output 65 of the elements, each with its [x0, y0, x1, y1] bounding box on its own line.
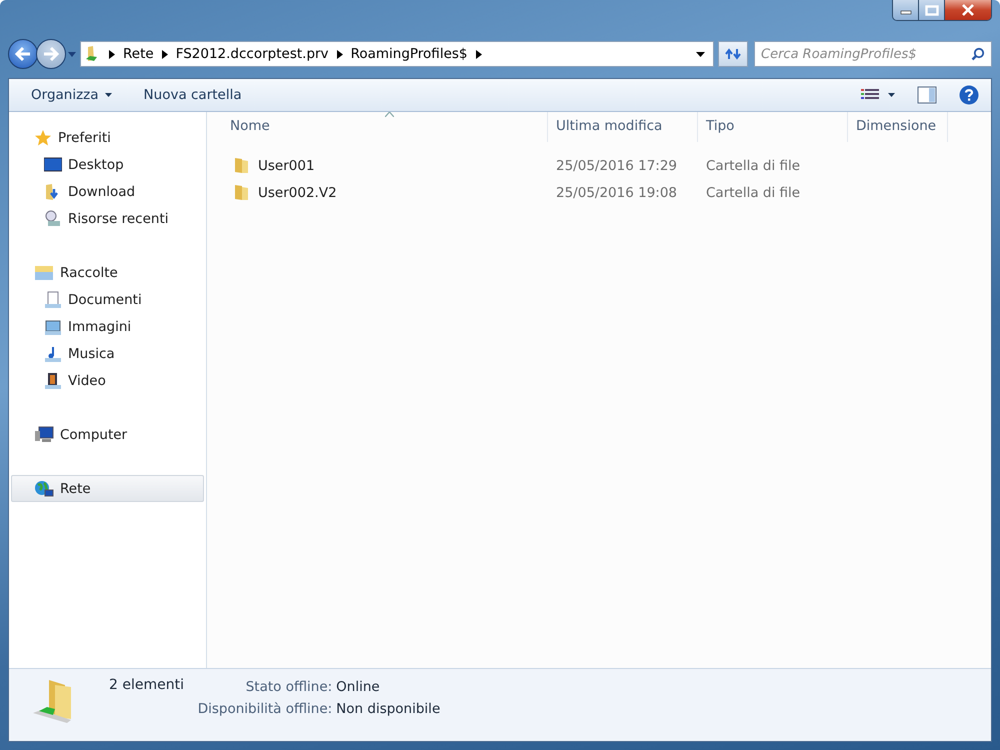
help-icon[interactable]: [959, 85, 979, 105]
column-header[interactable]: Tipo: [698, 112, 848, 142]
detail-value: Non disponibile: [336, 701, 442, 717]
minimize-button[interactable]: [893, 0, 919, 20]
search-icon: [971, 47, 985, 61]
close-icon: [961, 4, 975, 16]
file-type: Cartella di file: [706, 158, 800, 174]
music-note-icon: [44, 344, 62, 362]
toolbar-button[interactable]: Nuova cartella: [136, 83, 250, 107]
breadcrumb-item[interactable]: RoamingProfiles$: [350, 46, 468, 62]
close-button[interactable]: [945, 0, 991, 20]
recent-places-icon: [44, 210, 62, 228]
maximize-button[interactable]: [919, 0, 945, 20]
navigation-item[interactable]: Risorse recenti: [11, 205, 204, 232]
monitor-icon: [44, 156, 62, 172]
chevron-icon[interactable]: [476, 50, 482, 58]
chevron-icon[interactable]: [109, 50, 115, 58]
picture-icon: [44, 318, 62, 336]
maximize-icon: [924, 4, 938, 16]
back-arrow-icon: [14, 46, 32, 62]
detail-label: Disponibilità offline:: [196, 701, 332, 717]
item-count: 2 elementi: [109, 677, 184, 693]
column-header[interactable]: Dimensione: [848, 112, 948, 142]
preview-pane-icon[interactable]: [917, 86, 937, 104]
detail-label: Stato offline:: [244, 679, 332, 695]
computer-icon: [34, 426, 54, 444]
file-type: Cartella di file: [706, 184, 800, 200]
breadcrumb-item[interactable]: Rete: [123, 46, 154, 62]
search-field[interactable]: Cerca RoamingProfiles$: [754, 41, 992, 67]
view-options-icon[interactable]: [861, 88, 895, 102]
navigation-item[interactable]: Documenti: [11, 286, 204, 313]
globe-icon: [34, 480, 54, 498]
column-header[interactable]: Nome: [222, 112, 548, 142]
star-icon: [34, 128, 52, 146]
navigation-item[interactable]: Download: [11, 178, 204, 205]
navigation-item[interactable]: Raccolte: [11, 259, 204, 286]
navigation-item[interactable]: Desktop: [11, 151, 204, 178]
breadcrumb-item[interactable]: FS2012.dccorptest.prv: [176, 46, 329, 62]
library-icon: [34, 264, 54, 282]
navigation-item[interactable]: Computer: [11, 421, 204, 448]
chevron-icon[interactable]: [336, 50, 343, 58]
folder-icon: [233, 184, 249, 201]
address-bar[interactable]: Rete FS2012.dccorptest.prv RoamingProfiles$: [80, 41, 714, 67]
file-name[interactable]: User001: [258, 158, 315, 174]
column-header[interactable]: Ultima modifica: [548, 112, 698, 142]
navigation-item[interactable]: Video: [11, 367, 204, 394]
toolbar-button[interactable]: Organizza: [23, 83, 120, 107]
refresh-icon: [725, 47, 741, 61]
forward-arrow-icon: [42, 46, 60, 62]
navigation-item[interactable]: Rete: [11, 475, 204, 502]
film-icon: [44, 372, 62, 390]
detail-value: Online: [336, 679, 381, 695]
back-button[interactable]: [8, 39, 38, 69]
navigation-item[interactable]: Musica: [11, 340, 204, 367]
chevron-icon[interactable]: [162, 50, 168, 58]
caret-icon[interactable]: [696, 52, 705, 56]
document-icon: [44, 290, 62, 308]
folder-icon: [233, 157, 249, 174]
date-modified: 25/05/2016 19:08: [556, 184, 678, 200]
date-modified: 25/05/2016 17:29: [556, 158, 678, 174]
refresh-button[interactable]: [718, 41, 748, 67]
navigation-item[interactable]: Immagini: [11, 313, 204, 340]
navigation-item[interactable]: Preferiti: [11, 124, 204, 151]
forward-button[interactable]: [36, 39, 66, 69]
file-name[interactable]: User002.V2: [258, 184, 337, 200]
